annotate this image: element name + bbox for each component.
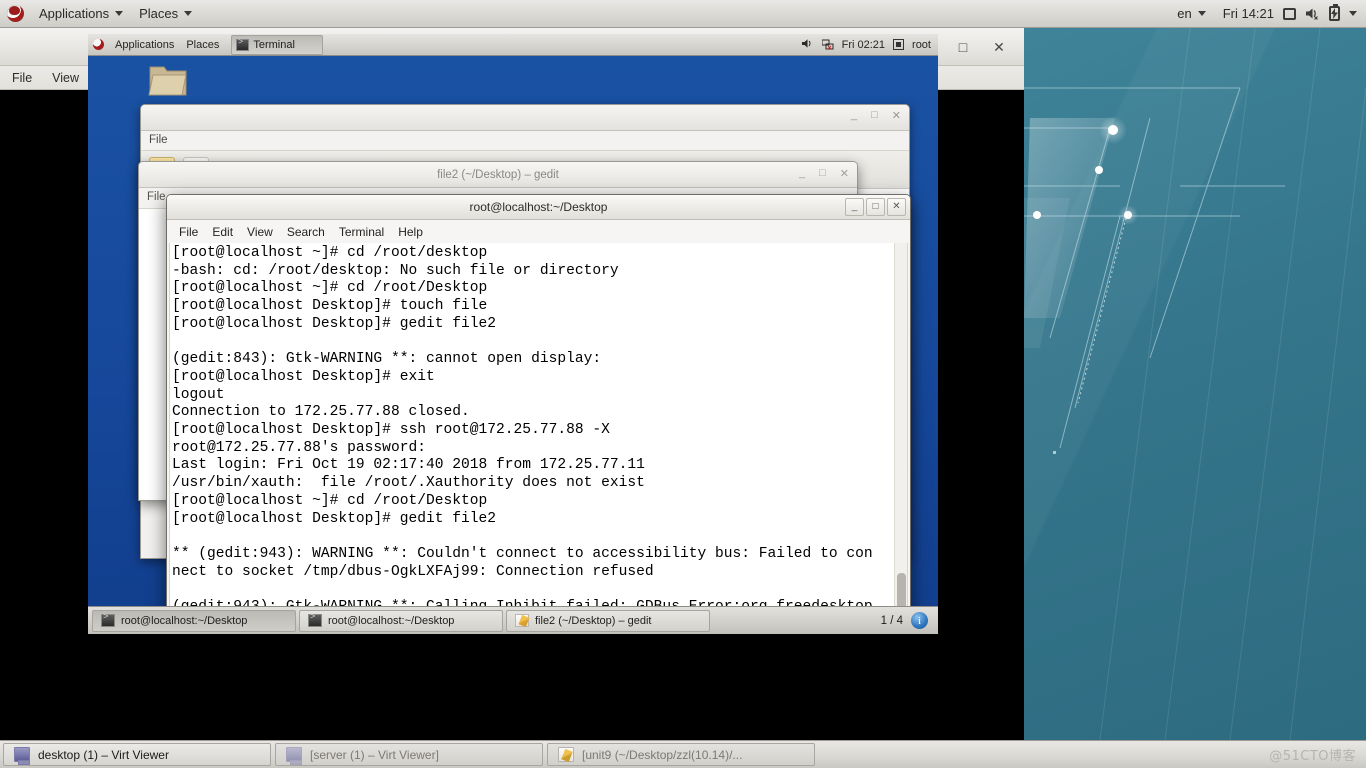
terminal-menubar: File Edit View Search Terminal Help bbox=[167, 220, 910, 243]
menu-applications[interactable]: Applications bbox=[31, 4, 131, 23]
guest-taskbar-label: root@localhost:~/Desktop bbox=[121, 614, 248, 627]
guest-top-panel: Applications Places Terminal Fri 02:21 r… bbox=[88, 34, 938, 56]
menu-view[interactable]: View bbox=[247, 225, 273, 239]
keyboard-layout-indicator[interactable]: en bbox=[1169, 4, 1213, 23]
desktop-folder-icon[interactable] bbox=[146, 61, 190, 101]
terminal-title: root@localhost:~/Desktop bbox=[469, 200, 608, 214]
close-button[interactable]: ✕ bbox=[990, 40, 1008, 54]
chevron-down-icon[interactable] bbox=[1349, 11, 1357, 16]
guest-window-list-label: Terminal bbox=[253, 38, 295, 51]
guest-clock[interactable]: Fri 02:21 bbox=[842, 39, 885, 51]
terminal-window-controls: _ □ ✕ bbox=[845, 198, 906, 216]
menu-file[interactable]: File bbox=[179, 225, 198, 239]
host-taskbar-item-server-virt-viewer[interactable]: [server (1) – Virt Viewer] bbox=[275, 743, 543, 766]
guest-taskbar-item-gedit[interactable]: file2 (~/Desktop) – gedit bbox=[506, 609, 710, 632]
terminal-titlebar[interactable]: root@localhost:~/Desktop _ □ ✕ bbox=[167, 195, 910, 220]
menu-edit[interactable]: Edit bbox=[212, 225, 233, 239]
display-icon[interactable] bbox=[1283, 7, 1296, 20]
gedit-titlebar[interactable]: file2 (~/Desktop) – gedit _ □ ✕ bbox=[139, 162, 857, 188]
guest-taskbar-item-terminal-1[interactable]: root@localhost:~/Desktop bbox=[92, 609, 296, 632]
close-button[interactable]: ✕ bbox=[840, 167, 849, 180]
file-manager-titlebar[interactable]: _ □ ✕ bbox=[141, 105, 909, 131]
monitor-icon bbox=[14, 747, 30, 765]
speaker-muted-icon[interactable] bbox=[1305, 7, 1320, 20]
redhat-logo-icon bbox=[7, 5, 24, 22]
menu-help[interactable]: Help bbox=[398, 225, 423, 239]
guest-menu-places[interactable]: Places bbox=[180, 38, 225, 52]
screen-root: Applications Places en Fri 14:21 desk bbox=[0, 0, 1366, 768]
host-panel-tray: en Fri 14:21 bbox=[1169, 4, 1366, 23]
maximize-button[interactable]: □ bbox=[871, 109, 878, 122]
chevron-down-icon bbox=[184, 11, 193, 16]
file-manager-window-controls: _ □ ✕ bbox=[851, 109, 901, 122]
workspace-counter: 1 / 4 bbox=[880, 614, 903, 627]
close-button[interactable]: ✕ bbox=[892, 109, 901, 122]
host-taskbar-item-desktop-virt-viewer[interactable]: desktop (1) – Virt Viewer bbox=[3, 743, 271, 766]
file-manager-menubar: File bbox=[141, 131, 909, 151]
redhat-logo-icon bbox=[93, 39, 104, 50]
minimize-button[interactable]: _ bbox=[845, 198, 864, 216]
guest-panel-tray: Fri 02:21 root bbox=[801, 38, 938, 52]
menu-places[interactable]: Places bbox=[131, 4, 200, 23]
minimize-button[interactable]: _ bbox=[851, 109, 857, 122]
clock[interactable]: Fri 14:21 bbox=[1223, 6, 1274, 21]
terminal-scrollbar[interactable] bbox=[894, 243, 907, 634]
monitor-icon bbox=[286, 747, 302, 765]
guest-taskbar-label: root@localhost:~/Desktop bbox=[328, 614, 455, 627]
minimize-button[interactable]: _ bbox=[799, 167, 805, 180]
host-top-panel: Applications Places en Fri 14:21 bbox=[0, 0, 1366, 28]
gedit-icon bbox=[558, 747, 574, 762]
host-taskbar-label: [unit9 (~/Desktop/zzl(10.14)/... bbox=[582, 747, 743, 762]
menu-terminal[interactable]: Terminal bbox=[339, 225, 384, 239]
gedit-icon bbox=[515, 614, 529, 627]
maximize-button[interactable]: □ bbox=[866, 198, 885, 216]
maximize-button[interactable]: □ bbox=[819, 167, 826, 180]
watermark: @51CTO博客 bbox=[1269, 749, 1356, 764]
guest-user-label[interactable]: root bbox=[912, 39, 931, 51]
host-taskbar-item-unit9-gedit[interactable]: [unit9 (~/Desktop/zzl(10.14)/... bbox=[547, 743, 815, 766]
menu-search[interactable]: Search bbox=[287, 225, 325, 239]
network-disconnected-icon[interactable] bbox=[821, 39, 834, 50]
terminal-icon bbox=[308, 612, 322, 627]
menu-file[interactable]: File bbox=[147, 191, 166, 203]
workspace-switcher-icon[interactable]: i bbox=[911, 612, 928, 629]
guest-taskbar-item-terminal-2[interactable]: root@localhost:~/Desktop bbox=[299, 609, 503, 632]
host-taskbar-label: desktop (1) – Virt Viewer bbox=[38, 747, 169, 762]
host-taskbar: desktop (1) – Virt Viewer [server (1) – … bbox=[0, 740, 1366, 768]
menu-places-label: Places bbox=[139, 6, 179, 21]
terminal-window[interactable]: root@localhost:~/Desktop _ □ ✕ File Edit… bbox=[166, 194, 911, 634]
menu-view[interactable]: View bbox=[50, 70, 81, 86]
terminal-output: [root@localhost ~]# cd /root/desktop -ba… bbox=[172, 245, 873, 633]
close-button[interactable]: ✕ bbox=[887, 198, 906, 216]
menu-file[interactable]: File bbox=[149, 134, 168, 146]
host-taskbar-label: [server (1) – Virt Viewer] bbox=[310, 747, 439, 762]
terminal-icon bbox=[101, 612, 115, 627]
guest-menu-applications[interactable]: Applications bbox=[109, 38, 180, 52]
user-icon bbox=[893, 39, 905, 50]
terminal-icon bbox=[236, 38, 250, 51]
terminal-screen[interactable]: [root@localhost ~]# cd /root/desktop -ba… bbox=[169, 243, 908, 634]
gedit-window-controls: _ □ ✕ bbox=[799, 167, 849, 180]
gedit-title: file2 (~/Desktop) – gedit bbox=[437, 169, 559, 181]
menu-file[interactable]: File bbox=[10, 70, 34, 86]
chevron-down-icon bbox=[1197, 11, 1206, 16]
guest-taskbar-right: 1 / 4 i bbox=[881, 612, 934, 629]
maximize-button[interactable]: □ bbox=[954, 40, 972, 54]
guest-desktop: _ □ ✕ File file2 (~/Desktop) – gedit _ □… bbox=[88, 56, 938, 634]
speaker-icon[interactable] bbox=[801, 38, 814, 52]
guest-taskbar-label: file2 (~/Desktop) – gedit bbox=[535, 614, 652, 627]
menu-applications-label: Applications bbox=[39, 6, 110, 21]
battery-charging-icon[interactable] bbox=[1329, 4, 1340, 21]
keyboard-layout-label: en bbox=[1177, 6, 1192, 21]
guest-vm-screen: _ □ ✕ File file2 (~/Desktop) – gedit _ □… bbox=[88, 34, 938, 634]
chevron-down-icon bbox=[115, 11, 124, 16]
guest-taskbar: root@localhost:~/Desktop root@localhost:… bbox=[88, 606, 938, 634]
guest-window-list-item-terminal[interactable]: Terminal bbox=[231, 34, 324, 55]
